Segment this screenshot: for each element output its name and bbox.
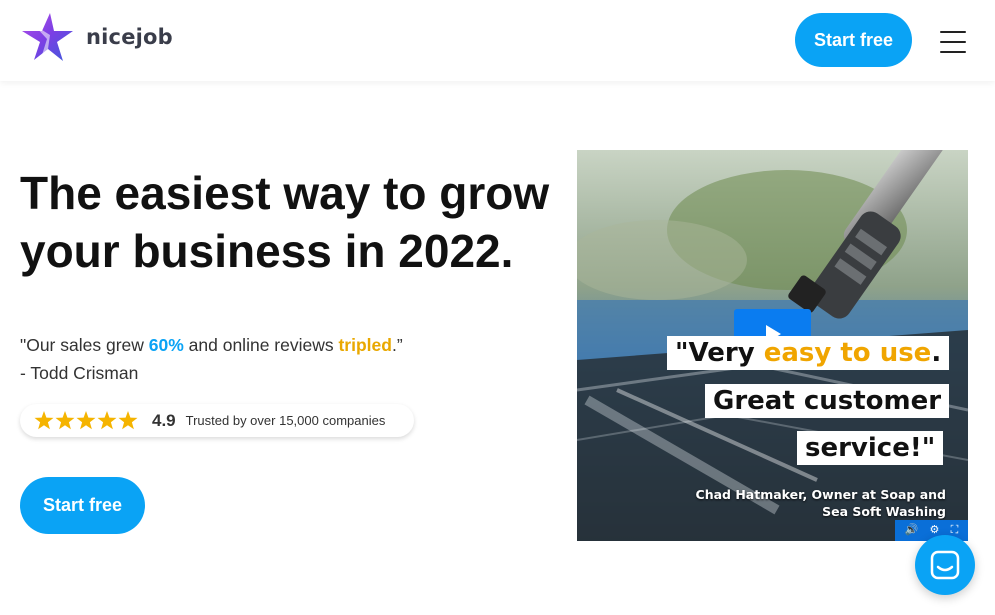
quote-stat-sales: 60% [148,335,184,355]
attribution-line-1: Chad Hatmaker, Owner at Soap and [695,487,946,502]
chat-icon [930,550,960,580]
rating-badge: 4.9 Trusted by over 15,000 companies [20,404,414,437]
video-caption-line-3: service!" [797,431,944,465]
hamburger-menu-icon[interactable] [940,31,966,53]
caption-highlight: easy to use [763,338,932,368]
quote-open: "Our sales grew [20,335,149,355]
nicejob-logo[interactable]: nicejob [20,11,173,63]
star-icon [76,411,96,430]
quote-stat-reviews: tripled [338,335,392,355]
caption-quote-start: "Very [675,338,764,368]
headline-line-1: The easiest way to grow [20,167,550,219]
star-icon [118,411,138,430]
quote-text: "Our sales grew 60% and online reviews t… [20,331,403,359]
settings-gear-icon[interactable]: ⚙ [930,525,940,536]
star-icon [55,411,75,430]
fullscreen-icon[interactable]: ⛶ [951,525,959,536]
testimonial-video[interactable]: "Very easy to use. Great customer servic… [577,150,968,541]
logo-text: nicejob [86,25,173,49]
star-icon [97,411,117,430]
video-caption-line-1: "Very easy to use. [667,336,950,370]
quote-author: - Todd Crisman [20,363,139,383]
hero-headline: The easiest way to grow your business in… [20,164,565,280]
quote-middle: and online reviews [183,335,339,355]
star-icon [34,411,54,430]
caption-period: . [931,338,942,368]
volume-icon[interactable]: 🔊 [905,525,919,536]
testimonial-quote: "Our sales grew 60% and online reviews t… [20,331,403,387]
site-header: nicejob Start free [0,0,995,81]
quote-close: .” [391,335,403,355]
video-attribution: Chad Hatmaker, Owner at Soap and Sea Sof… [696,486,946,520]
star-rating [34,411,139,430]
hero-start-free-button[interactable]: Start free [20,477,145,534]
logo-star-icon [22,13,73,61]
rating-score: 4.9 [152,410,176,430]
header-start-free-button[interactable]: Start free [795,13,912,67]
trusted-text: Trusted by over 15,000 companies [185,413,386,428]
headline-line-2: your business in 2022. [20,225,514,277]
chat-launcher-button[interactable] [915,535,975,595]
attribution-line-2: Sea Soft Washing [822,504,946,519]
video-caption-line-2: Great customer [705,384,950,418]
